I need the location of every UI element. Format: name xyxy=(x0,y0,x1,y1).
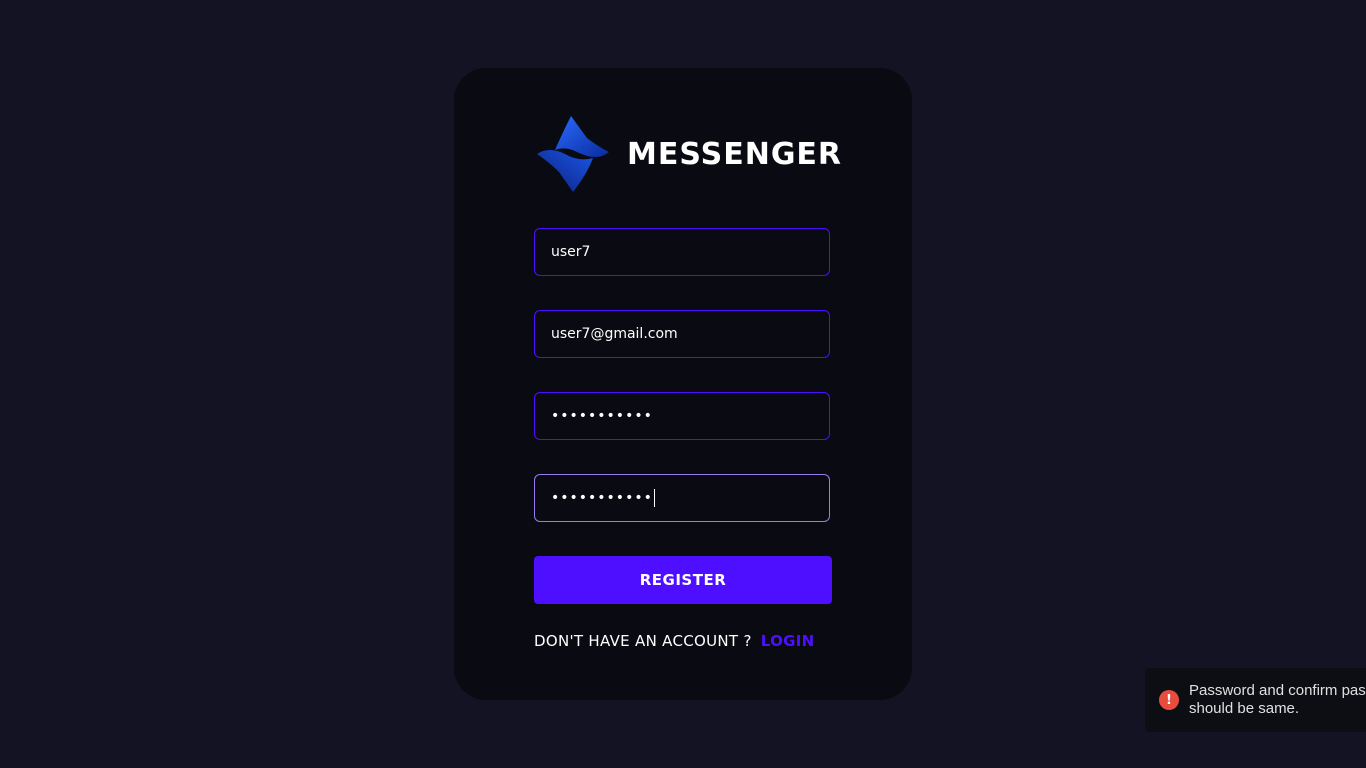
toast-message: Password and confirm password should be … xyxy=(1189,682,1366,717)
username-value: user7 xyxy=(551,244,591,260)
email-value: user7@gmail.com xyxy=(551,326,678,342)
email-input[interactable]: user7@gmail.com xyxy=(534,310,830,358)
username-input[interactable]: user7 xyxy=(534,228,830,276)
brand: MESSENGER xyxy=(537,116,842,192)
confirm-password-value: ••••••••••• xyxy=(551,490,653,506)
login-prompt-text: DON'T HAVE AN ACCOUNT ? xyxy=(534,632,752,650)
confirm-password-input[interactable]: ••••••••••• xyxy=(534,474,830,522)
error-toast[interactable]: ! Password and confirm password should b… xyxy=(1145,668,1366,732)
login-link[interactable]: LOGIN xyxy=(761,632,815,650)
text-caret xyxy=(653,489,655,507)
messenger-logo-icon xyxy=(537,116,609,192)
error-icon: ! xyxy=(1159,690,1179,710)
password-value: ••••••••••• xyxy=(551,408,653,424)
brand-title: MESSENGER xyxy=(627,136,843,172)
login-prompt: DON'T HAVE AN ACCOUNT ? LOGIN xyxy=(534,632,815,650)
register-card: MESSENGER user7 user7@gmail.com ••••••••… xyxy=(454,68,912,700)
register-button[interactable]: REGISTER xyxy=(534,556,832,604)
password-input[interactable]: ••••••••••• xyxy=(534,392,830,440)
